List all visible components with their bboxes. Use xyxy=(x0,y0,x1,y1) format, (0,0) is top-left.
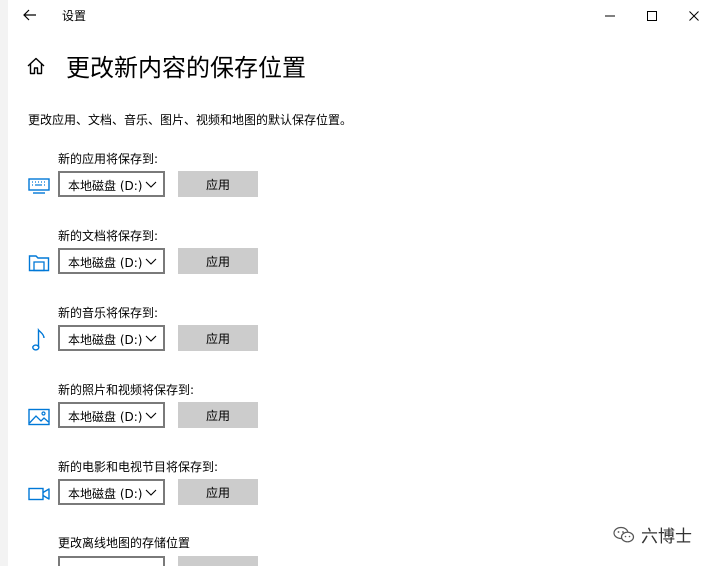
page-title: 更改新内容的保存位置 xyxy=(66,54,306,82)
title-bar: 设置 xyxy=(8,0,720,31)
home-button[interactable] xyxy=(26,56,46,76)
dropdown-value: 本地磁盘 (D:) xyxy=(68,256,143,270)
chevron-down-icon xyxy=(145,181,157,188)
folder-icon xyxy=(28,255,50,272)
video-camera-icon xyxy=(28,487,50,501)
offline-maps-label: 更改离线地图的存储位置 xyxy=(58,536,191,550)
settings-window: 设置 更改新内容的保存位置 更改应用、文档、音乐、图片、视频和地图的默认保存位置… xyxy=(8,0,720,566)
offline-maps-dropdown[interactable] xyxy=(58,556,165,566)
drive-dropdown[interactable]: 本地磁盘 (D:) xyxy=(58,479,165,505)
drive-dropdown[interactable]: 本地磁盘 (D:) xyxy=(58,171,165,197)
apply-button[interactable]: 应用 xyxy=(178,402,258,428)
close-button[interactable] xyxy=(672,0,716,31)
home-icon xyxy=(27,57,45,75)
apply-button[interactable]: 应用 xyxy=(178,325,258,351)
watermark: 六博士 xyxy=(613,522,692,547)
minimize-icon xyxy=(605,15,615,16)
drive-dropdown[interactable]: 本地磁盘 (D:) xyxy=(58,402,165,428)
back-button[interactable] xyxy=(18,4,42,26)
screen: 设置 更改新内容的保存位置 更改应用、文档、音乐、图片、视频和地图的默认保存位置… xyxy=(0,0,720,566)
dropdown-value: 本地磁盘 (D:) xyxy=(68,333,143,347)
dropdown-value: 本地磁盘 (D:) xyxy=(68,487,143,501)
drive-dropdown[interactable]: 本地磁盘 (D:) xyxy=(58,248,165,274)
chevron-down-icon xyxy=(145,489,157,496)
apply-button[interactable]: 应用 xyxy=(178,479,258,505)
apply-button[interactable]: 应用 xyxy=(178,248,258,274)
section-label: 新的照片和视频将保存到: xyxy=(58,383,195,397)
chevron-down-icon xyxy=(145,412,157,419)
watermark-text: 六博士 xyxy=(641,527,692,547)
maximize-button[interactable] xyxy=(630,0,674,31)
page-intro: 更改应用、文档、音乐、图片、视频和地图的默认保存位置。 xyxy=(28,113,353,127)
offline-maps-apply-button[interactable] xyxy=(178,556,258,566)
apply-button[interactable]: 应用 xyxy=(178,171,258,197)
maximize-icon xyxy=(647,10,657,21)
section-label: 新的音乐将保存到: xyxy=(58,306,159,320)
section-label: 新的电影和电视节目将保存到: xyxy=(58,460,219,474)
image-icon xyxy=(28,408,50,426)
music-save-location: 新的音乐将保存到: 本地磁盘 (D:) 应用 xyxy=(8,304,720,374)
monitor-icon xyxy=(28,178,50,194)
documents-save-location: 新的文档将保存到: 本地磁盘 (D:) 应用 xyxy=(8,227,720,297)
section-label: 新的文档将保存到: xyxy=(58,229,159,243)
back-arrow-icon xyxy=(23,9,36,21)
chevron-down-icon xyxy=(145,258,157,265)
music-note-icon xyxy=(32,328,45,351)
wechat-logo-icon xyxy=(613,526,635,542)
close-icon xyxy=(689,10,699,21)
window-title: 设置 xyxy=(62,9,87,23)
photos-save-location: 新的照片和视频将保存到: 本地磁盘 (D:) 应用 xyxy=(8,381,720,451)
drive-dropdown[interactable]: 本地磁盘 (D:) xyxy=(58,325,165,351)
movies-save-location: 新的电影和电视节目将保存到: 本地磁盘 (D:) 应用 xyxy=(8,458,720,528)
chevron-down-icon xyxy=(145,335,157,342)
minimize-button[interactable] xyxy=(588,0,632,31)
section-label: 新的应用将保存到: xyxy=(58,152,159,166)
dropdown-value: 本地磁盘 (D:) xyxy=(68,179,143,193)
apps-save-location: 新的应用将保存到: 本地磁盘 (D:) 应用 xyxy=(8,150,720,220)
dropdown-value: 本地磁盘 (D:) xyxy=(68,410,143,424)
